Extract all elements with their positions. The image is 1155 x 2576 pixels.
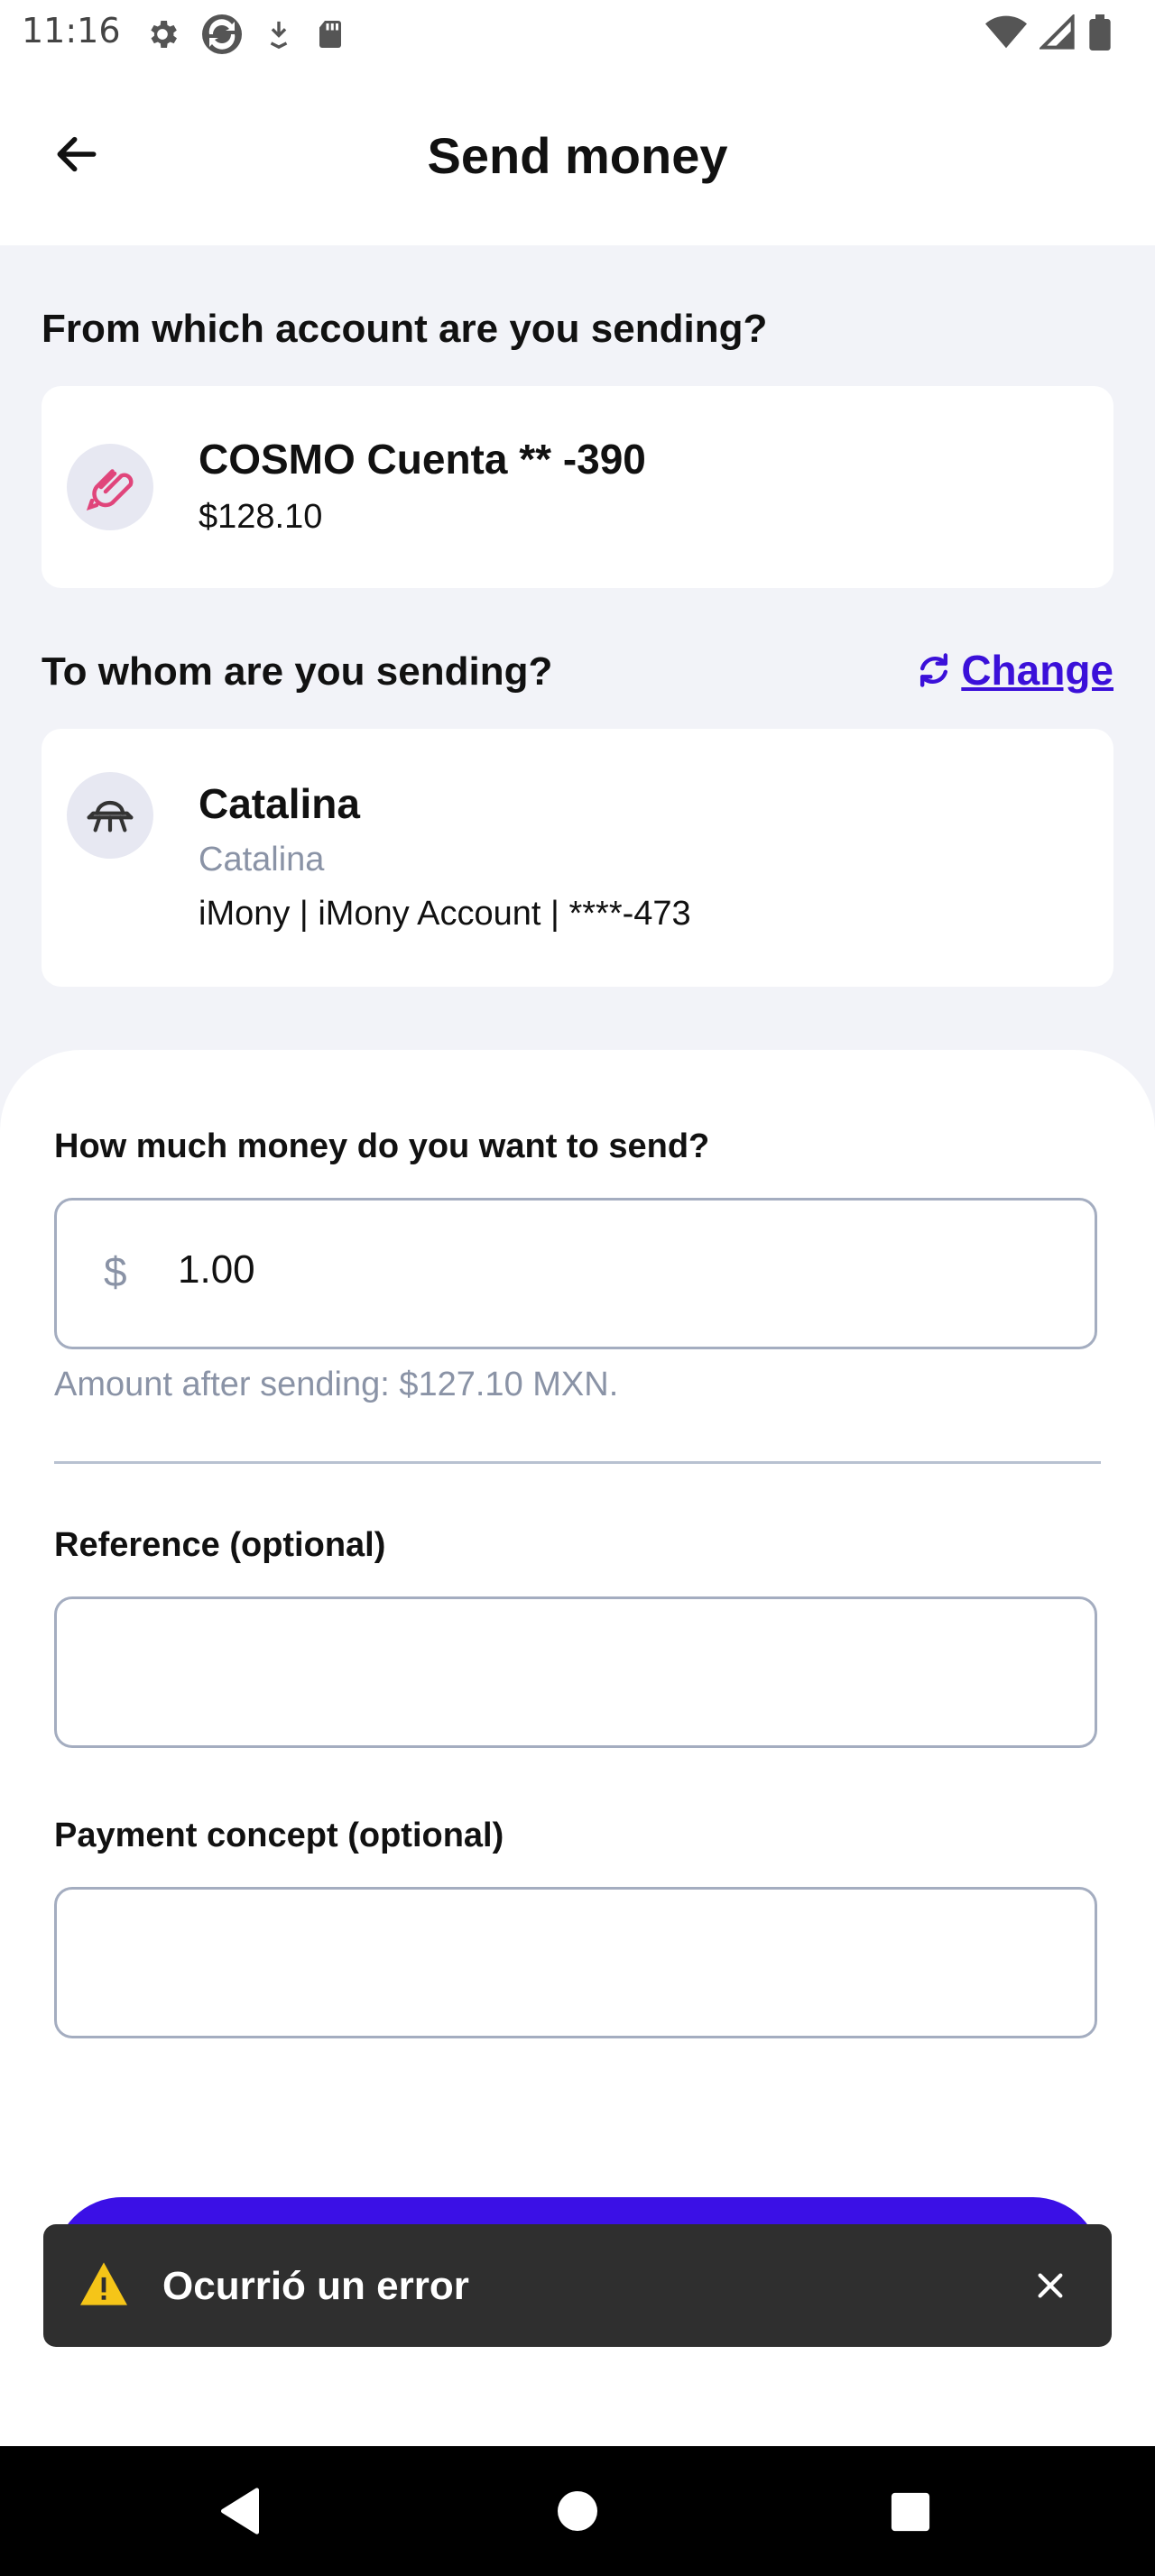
to-section-title: To whom are you sending? xyxy=(42,649,553,694)
account-name: COSMO Cuenta ** -390 xyxy=(199,436,646,483)
reference-label: Reference (optional) xyxy=(54,1526,386,1564)
amount-input[interactable]: $ 1.00 xyxy=(54,1198,1097,1349)
back-triangle-icon[interactable] xyxy=(218,2486,262,2536)
reference-input[interactable] xyxy=(54,1596,1097,1748)
recipient-card[interactable]: Catalina Catalina iMony | iMony Account … xyxy=(42,729,1113,987)
signal-icon xyxy=(1040,14,1075,50)
status-icons-left xyxy=(144,13,346,56)
home-circle-icon[interactable] xyxy=(556,2489,599,2533)
ufo-icon xyxy=(87,800,134,833)
snackbar-message: Ocurrió un error xyxy=(162,2264,469,2308)
close-icon xyxy=(1038,2273,1063,2298)
recipient-details: iMony | iMony Account | ****-473 xyxy=(199,895,691,933)
concept-label: Payment concept (optional) xyxy=(54,1817,504,1854)
status-icons-right xyxy=(985,14,1112,51)
account-icon-badge xyxy=(67,444,153,530)
recipient-name: Catalina xyxy=(199,780,360,827)
link-icon xyxy=(86,469,134,511)
status-bar: 11:16 xyxy=(0,0,1155,69)
account-balance: $128.10 xyxy=(199,498,323,536)
sd-card-icon xyxy=(319,21,341,48)
battery-icon xyxy=(1089,14,1111,51)
app-bar: Send money xyxy=(0,69,1155,245)
recipient-alias: Catalina xyxy=(199,841,325,879)
status-time: 11:16 xyxy=(22,11,121,51)
amount-value: 1.00 xyxy=(178,1247,255,1292)
from-section-title: From which account are you sending? xyxy=(42,307,768,351)
recents-square-icon[interactable] xyxy=(890,2491,931,2533)
settings-icon xyxy=(151,21,177,48)
sync-icon xyxy=(202,14,242,54)
currency-symbol: $ xyxy=(104,1248,127,1295)
amount-label: How much money do you want to send? xyxy=(54,1127,710,1165)
recipient-icon-badge xyxy=(67,772,153,859)
change-label: Change xyxy=(961,647,1113,694)
system-nav-bar xyxy=(0,2446,1155,2576)
change-recipient-link[interactable]: Change xyxy=(914,646,1113,695)
warning-icon xyxy=(80,2262,127,2305)
error-snackbar: Ocurrió un error xyxy=(43,2224,1112,2347)
page-title: Send money xyxy=(427,127,728,184)
download-icon xyxy=(270,21,288,50)
concept-input[interactable] xyxy=(54,1887,1097,2038)
refresh-icon xyxy=(920,653,948,687)
form-divider xyxy=(54,1461,1101,1464)
amount-helper-text: Amount after sending: $127.10 MXN. xyxy=(54,1366,619,1403)
wifi-icon xyxy=(985,15,1027,49)
snackbar-close-button[interactable] xyxy=(1023,2259,1077,2313)
source-account-card[interactable]: COSMO Cuenta ** -390 $128.10 xyxy=(42,386,1113,588)
